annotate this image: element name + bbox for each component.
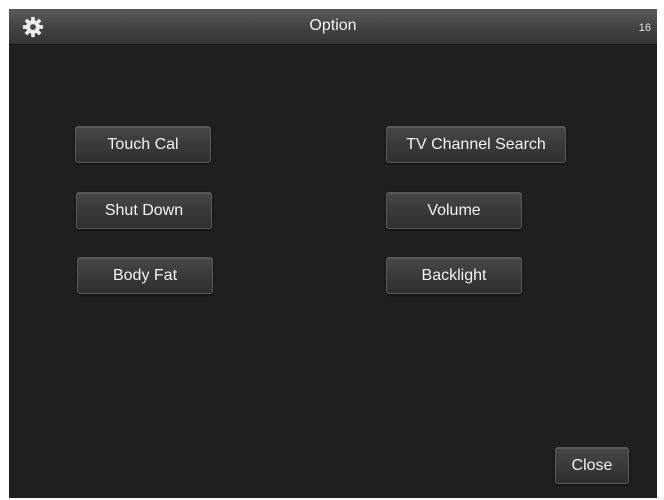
body-fat-button[interactable]: Body Fat <box>77 257 213 294</box>
shut-down-button[interactable]: Shut Down <box>76 192 212 229</box>
close-button[interactable]: Close <box>555 447 629 484</box>
touch-cal-button[interactable]: Touch Cal <box>75 126 211 163</box>
volume-button[interactable]: Volume <box>386 192 522 229</box>
title-bar: Option 16 <box>9 9 657 45</box>
backlight-button[interactable]: Backlight <box>386 257 522 294</box>
tv-channel-search-button[interactable]: TV Channel Search <box>386 126 566 163</box>
counter-label: 16 <box>638 22 651 34</box>
window-title: Option <box>309 17 357 34</box>
option-screen: Option 16 Touch Cal Shut Down Body Fat T… <box>9 9 657 498</box>
